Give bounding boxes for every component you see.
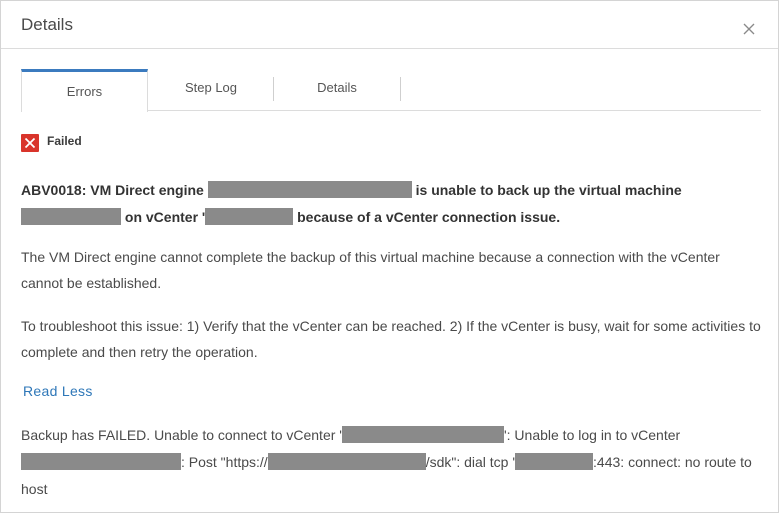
error-remedy: To troubleshoot this issue: 1) Verify th… [21,318,761,360]
details-dialog: Details Errors Step Log Details Failed A… [0,0,779,513]
read-less-link[interactable]: Read Less [23,383,93,399]
headline-text: because of a vCenter connection issue. [297,209,561,225]
detail-text: Backup has FAILED. Unable to connect to … [21,427,342,443]
tab-errors[interactable]: Errors [21,69,148,112]
close-button[interactable] [739,19,759,39]
tab-details[interactable]: Details [273,69,401,111]
tab-bar: Errors Step Log Details [21,69,761,112]
error-headline: ABV0018: VM Direct engine is unable to b… [21,177,761,231]
redacted-vm-name [21,208,121,225]
redacted-url-host [267,453,426,470]
redacted-vcenter-host [341,426,504,443]
redacted-engine-name [207,181,412,198]
error-details: Backup has FAILED. Unable to connect to … [21,422,761,503]
redacted-vcenter-name [205,208,294,225]
tab-separator [400,77,401,101]
error-description: The VM Direct engine cannot complete the… [21,249,720,291]
detail-text: : Post "https:// [181,454,268,470]
detail-text: ': Unable to log in to vCenter [503,427,681,443]
dialog-title: Details [21,15,73,34]
status-label: Failed [47,134,82,148]
close-icon [743,23,755,35]
headline-text: ABV0018: VM Direct engine [21,182,204,198]
redacted-vcenter-host [21,453,181,470]
detail-text: /sdk": dial tcp ' [425,454,516,470]
redacted-ip-address [515,453,594,470]
dialog-header: Details [1,1,778,49]
headline-text: on vCenter ' [124,209,206,225]
tab-step-log[interactable]: Step Log [149,69,273,111]
headline-text: is unable to back up the virtual machine [415,182,682,198]
x-error-icon [21,134,39,152]
